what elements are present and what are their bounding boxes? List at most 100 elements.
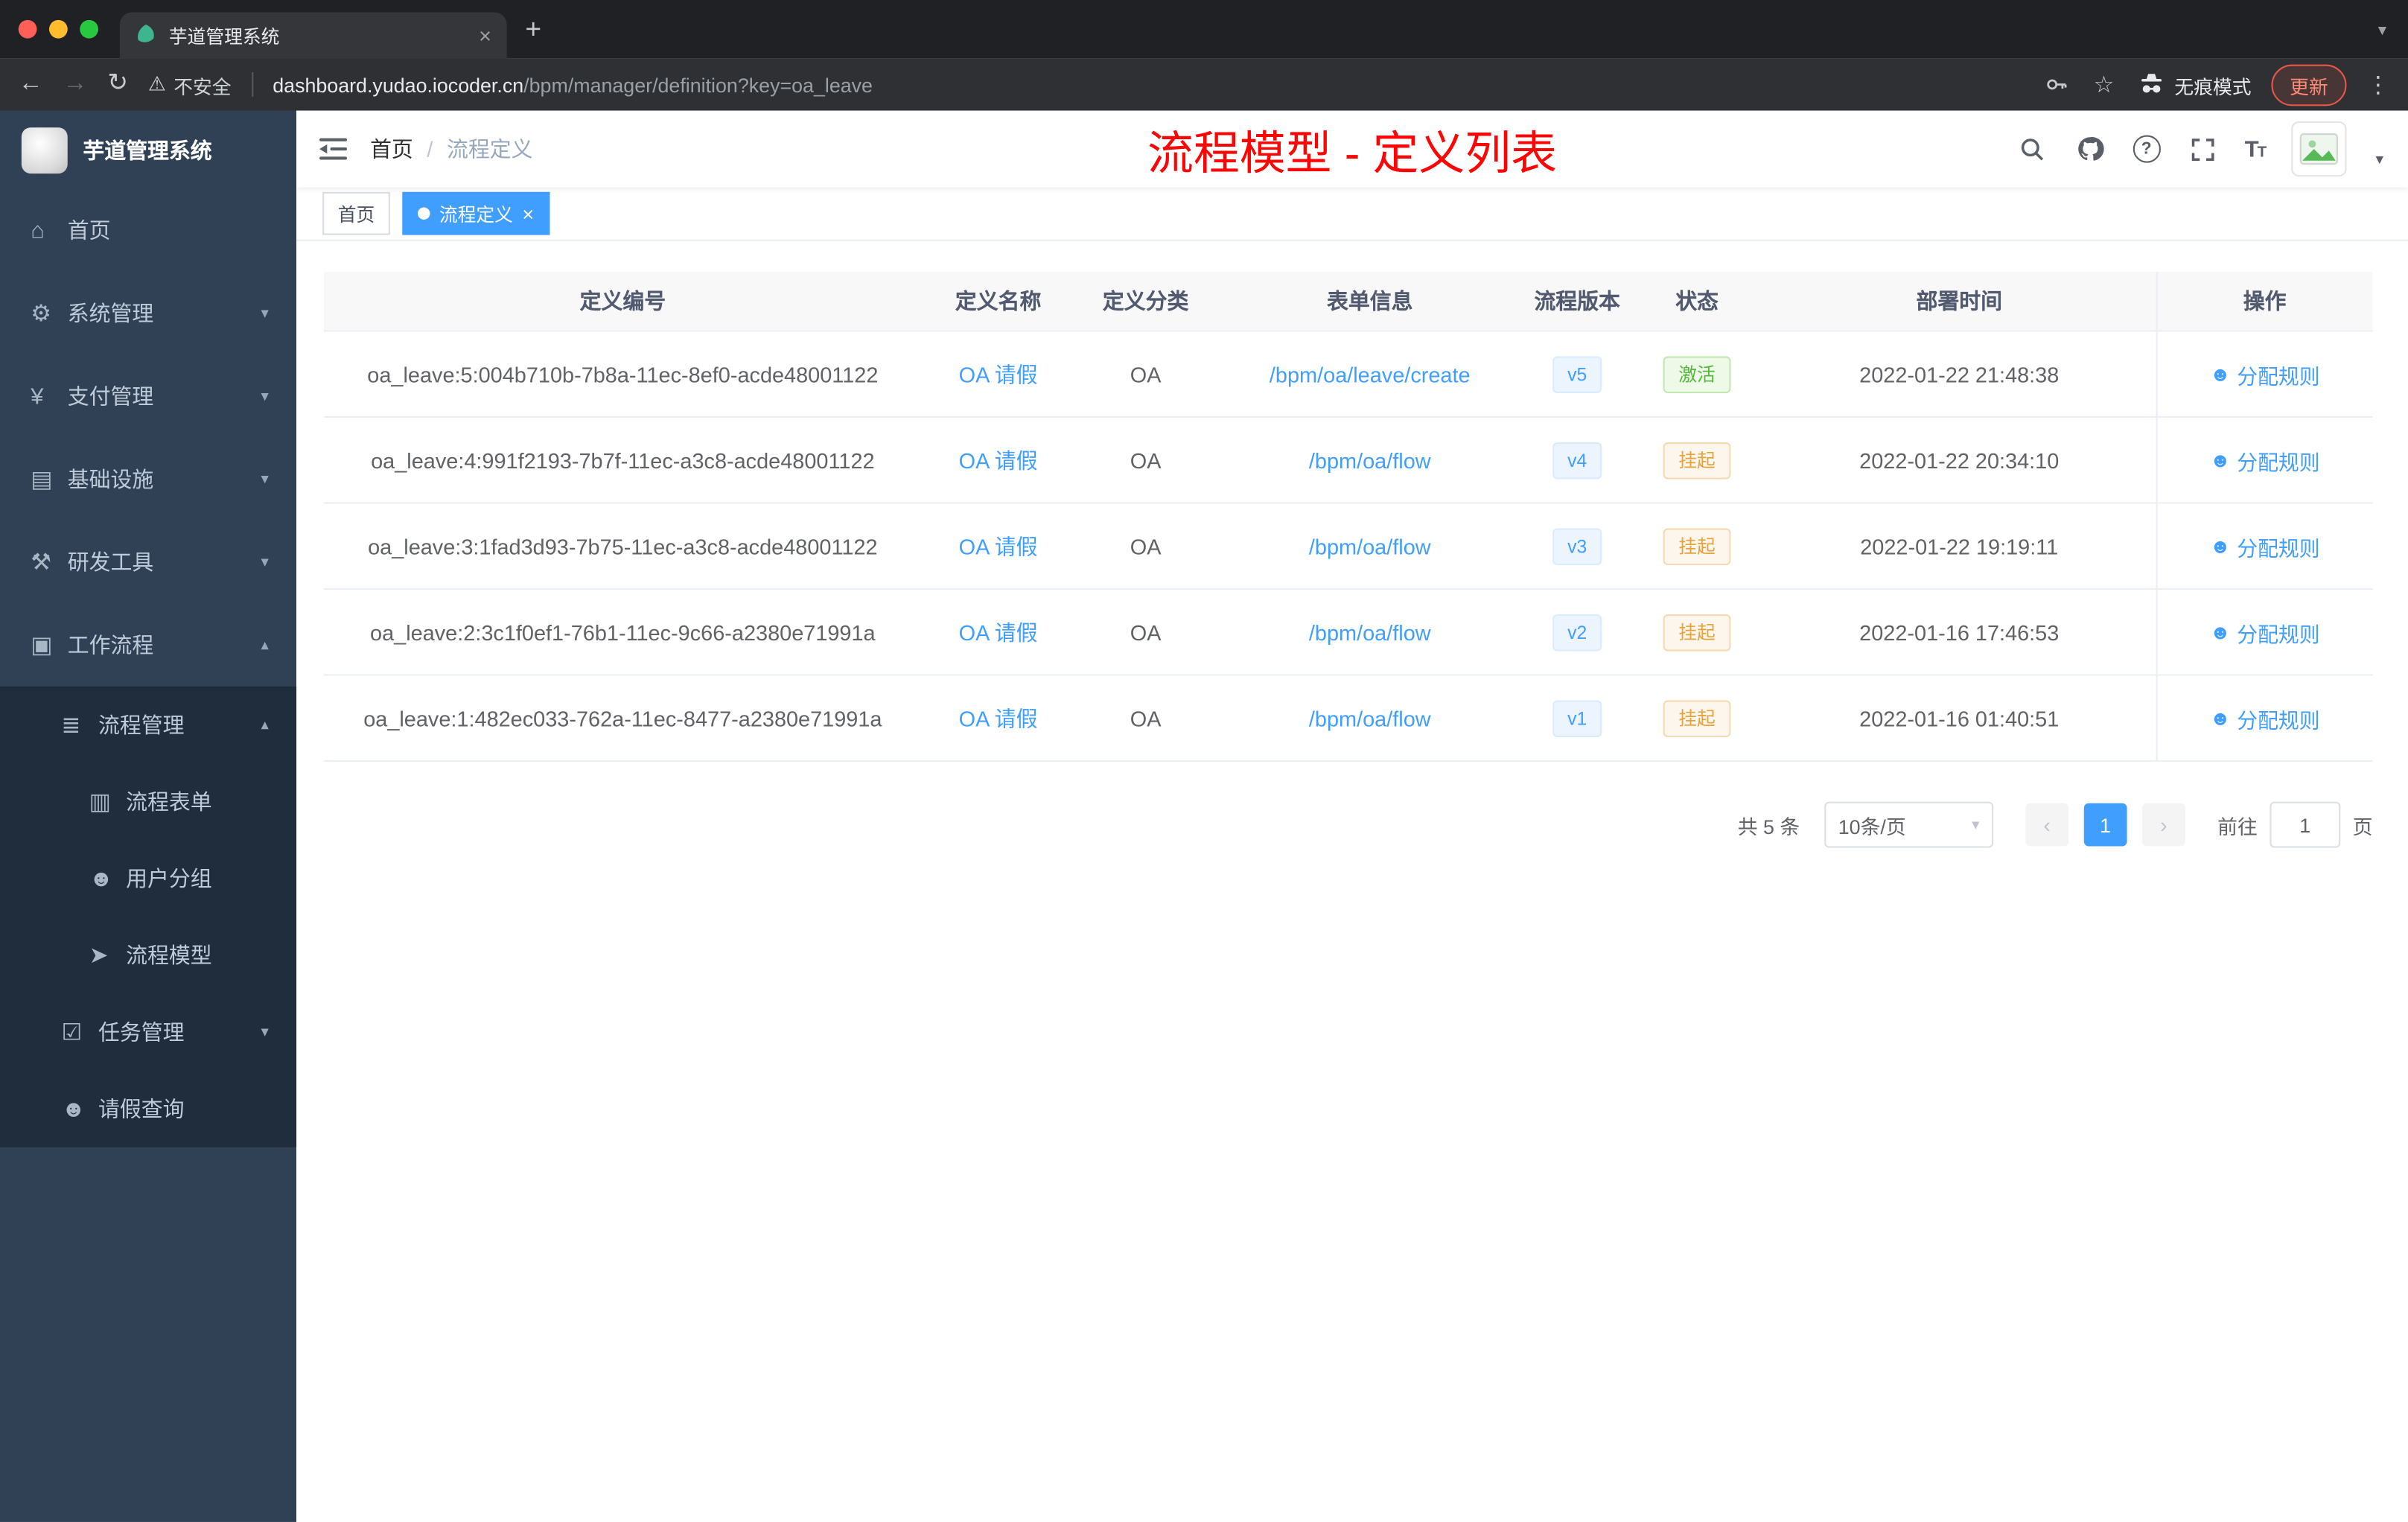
avatar-caret-icon[interactable]: ▾ xyxy=(2376,151,2383,168)
table-row: oa_leave:5:004b710b-7b8a-11ec-8ef0-acde4… xyxy=(324,331,2373,418)
forward-icon[interactable]: → xyxy=(63,71,88,97)
password-key-icon[interactable] xyxy=(2042,71,2070,98)
deploy-time: 2022-01-22 19:19:11 xyxy=(1762,503,2156,590)
url-domain: dashboard.yudao.iocoder.cn xyxy=(273,72,524,96)
assign-rule-link[interactable]: ☻ 分配规则 xyxy=(2210,445,2320,475)
address-bar[interactable]: dashboard.yudao.iocoder.cn/bpm/manager/d… xyxy=(273,73,2022,96)
bookmark-star-icon[interactable]: ☆ xyxy=(2090,71,2118,98)
table-row: oa_leave:1:482ec033-762a-11ec-8477-a2380… xyxy=(324,675,2373,762)
task-icon: ☑ xyxy=(61,1019,83,1046)
sidebar-item-process-model[interactable]: ➤ 流程模型 xyxy=(0,917,297,994)
page-size-select[interactable]: 10条/页 ▾ xyxy=(1824,801,1994,848)
main-area: 首页 / 流程定义 流程模型 - 定义列表 ? TT ▾ 首页 流程定义 × 定… xyxy=(296,110,2408,1522)
tag-close-icon[interactable]: × xyxy=(522,203,534,223)
deploy-time: 2022-01-22 20:34:10 xyxy=(1762,416,2156,504)
sidebar-header: 芋道管理系统 xyxy=(0,111,296,189)
security-label: 不安全 xyxy=(173,76,232,98)
font-size-icon[interactable]: TT xyxy=(2245,136,2267,162)
home-icon: ⌂ xyxy=(31,217,45,243)
prev-page-button[interactable]: ‹ xyxy=(2025,803,2069,847)
deploy-time: 2022-01-16 01:40:51 xyxy=(1762,675,2156,762)
reload-icon[interactable]: ↻ xyxy=(107,71,128,97)
chevron-up-icon: ▴ xyxy=(261,716,269,733)
sidebar-item-user-group[interactable]: ☻ 用户分组 xyxy=(0,840,297,917)
definition-name-link[interactable]: OA 请假 xyxy=(959,534,1038,558)
user-icon: ☻ xyxy=(2209,534,2231,558)
definition-category: OA xyxy=(1074,416,1217,504)
tab-title: 芋道管理系统 xyxy=(168,25,280,47)
breadcrumb-separator: / xyxy=(427,136,433,162)
definition-name-link[interactable]: OA 请假 xyxy=(959,706,1038,730)
definition-name-link[interactable]: OA 请假 xyxy=(959,448,1038,472)
sidebar-item-process-management[interactable]: ≣ 流程管理 ▴ xyxy=(0,686,297,764)
tag-home[interactable]: 首页 xyxy=(322,191,390,235)
sidebar-item-infrastructure[interactable]: ▤ 基础设施 ▾ xyxy=(0,438,296,520)
search-icon[interactable] xyxy=(2017,133,2048,164)
tag-process-definition[interactable]: 流程定义 × xyxy=(402,191,550,235)
definition-name-link[interactable]: OA 请假 xyxy=(959,362,1038,386)
warning-icon: ⚠ xyxy=(147,71,166,95)
tab-close-icon[interactable]: × xyxy=(479,23,491,48)
fullscreen-icon[interactable] xyxy=(2188,133,2218,164)
browser-tab[interactable]: 芋道管理系统 × xyxy=(119,12,507,59)
definition-id: oa_leave:3:1fad3d93-7b75-11ec-a3c8-acde4… xyxy=(324,503,922,590)
breadcrumb: 首页 / 流程定义 xyxy=(370,133,532,164)
breadcrumb-home[interactable]: 首页 xyxy=(370,133,413,164)
assign-rule-link[interactable]: ☻ 分配规则 xyxy=(2210,703,2320,733)
url-path: /bpm/manager/definition?key=oa_leave xyxy=(523,72,873,96)
pagination-total: 共 5 条 xyxy=(1737,815,1800,838)
browser-update-button[interactable]: 更新 xyxy=(2271,63,2347,106)
tab-favicon-icon xyxy=(136,22,157,48)
form-link[interactable]: /bpm/oa/flow xyxy=(1309,448,1431,472)
sidebar-item-dev-tools[interactable]: ⚒ 研发工具 ▾ xyxy=(0,520,296,603)
sidebar-item-workflow[interactable]: ▣ 工作流程 ▴ xyxy=(0,604,296,687)
user-icon: ☻ xyxy=(2209,362,2231,386)
chevron-down-icon: ▾ xyxy=(261,387,269,405)
incognito-icon xyxy=(2141,74,2162,93)
assign-rule-link[interactable]: ☻ 分配规则 xyxy=(2210,531,2320,561)
minimize-window-button[interactable] xyxy=(49,19,68,39)
sidebar-item-process-form[interactable]: ▥ 流程表单 xyxy=(0,763,297,841)
workflow-icon: ▣ xyxy=(31,632,53,659)
avatar[interactable] xyxy=(2291,121,2347,177)
form-link[interactable]: /bpm/oa/flow xyxy=(1309,534,1431,558)
yen-icon: ¥ xyxy=(31,383,44,410)
sidebar-item-home[interactable]: ⌂ 首页 xyxy=(0,189,296,272)
sidebar-item-leave-query[interactable]: ☻ 请假查询 xyxy=(0,1070,297,1147)
form-link[interactable]: /bpm/oa/leave/create xyxy=(1270,362,1471,386)
zoom-window-button[interactable] xyxy=(80,19,98,39)
new-tab-button[interactable]: + xyxy=(525,16,541,43)
definition-name-link[interactable]: OA 请假 xyxy=(959,620,1038,644)
definition-category: OA xyxy=(1074,588,1217,676)
col-deploy-time: 部署时间 xyxy=(1762,272,2156,332)
sidebar-item-payment-management[interactable]: ¥ 支付管理 ▾ xyxy=(0,354,296,437)
definition-id: oa_leave:1:482ec033-762a-11ec-8477-a2380… xyxy=(324,675,922,762)
version-tag: v1 xyxy=(1552,699,1602,736)
browser-menu-icon[interactable]: ⋮ xyxy=(2366,71,2389,98)
goto-page-input[interactable] xyxy=(2270,801,2341,848)
github-icon[interactable] xyxy=(2074,133,2105,164)
back-icon[interactable]: ← xyxy=(19,71,43,97)
table-header-row: 定义编号 定义名称 定义分类 表单信息 流程版本 状态 部署时间 操作 xyxy=(324,272,2373,332)
form-link[interactable]: /bpm/oa/flow xyxy=(1309,620,1431,644)
sidebar-item-system-management[interactable]: ⚙ 系统管理 ▾ xyxy=(0,272,296,354)
user-icon: ☻ xyxy=(2209,706,2231,730)
definition-id: oa_leave:2:3c1f0ef1-76b1-11ec-9c66-a2380… xyxy=(324,588,922,676)
assign-rule-link[interactable]: ☻ 分配规则 xyxy=(2210,617,2320,647)
assign-rule-link[interactable]: ☻ 分配规则 xyxy=(2210,359,2320,389)
form-icon: ▥ xyxy=(89,789,111,816)
table-row: oa_leave:4:991f2193-7b7f-11ec-a3c8-acde4… xyxy=(324,416,2373,504)
page-number-button[interactable]: 1 xyxy=(2083,803,2127,847)
tab-search-icon[interactable]: ▾ xyxy=(2378,19,2386,39)
chevron-up-icon: ▴ xyxy=(261,636,269,654)
browser-toolbar: ← → ↻ ⚠ 不安全 dashboard.yudao.iocoder.cn/b… xyxy=(0,58,2408,111)
form-link[interactable]: /bpm/oa/flow xyxy=(1309,706,1431,730)
close-window-button[interactable] xyxy=(18,19,37,39)
help-icon[interactable]: ? xyxy=(2131,133,2162,164)
next-page-button[interactable]: › xyxy=(2142,803,2185,847)
site-security-chip[interactable]: ⚠ 不安全 xyxy=(148,70,232,99)
sidebar: 芋道管理系统 ⌂ 首页 ⚙ 系统管理 ▾ ¥ 支付管理 ▾ ▤ 基础设施 ▾ ⚒… xyxy=(0,110,297,1522)
hamburger-icon[interactable] xyxy=(296,137,370,162)
col-definition-category: 定义分类 xyxy=(1074,272,1217,332)
sidebar-item-task-management[interactable]: ☑ 任务管理 ▾ xyxy=(0,993,297,1071)
